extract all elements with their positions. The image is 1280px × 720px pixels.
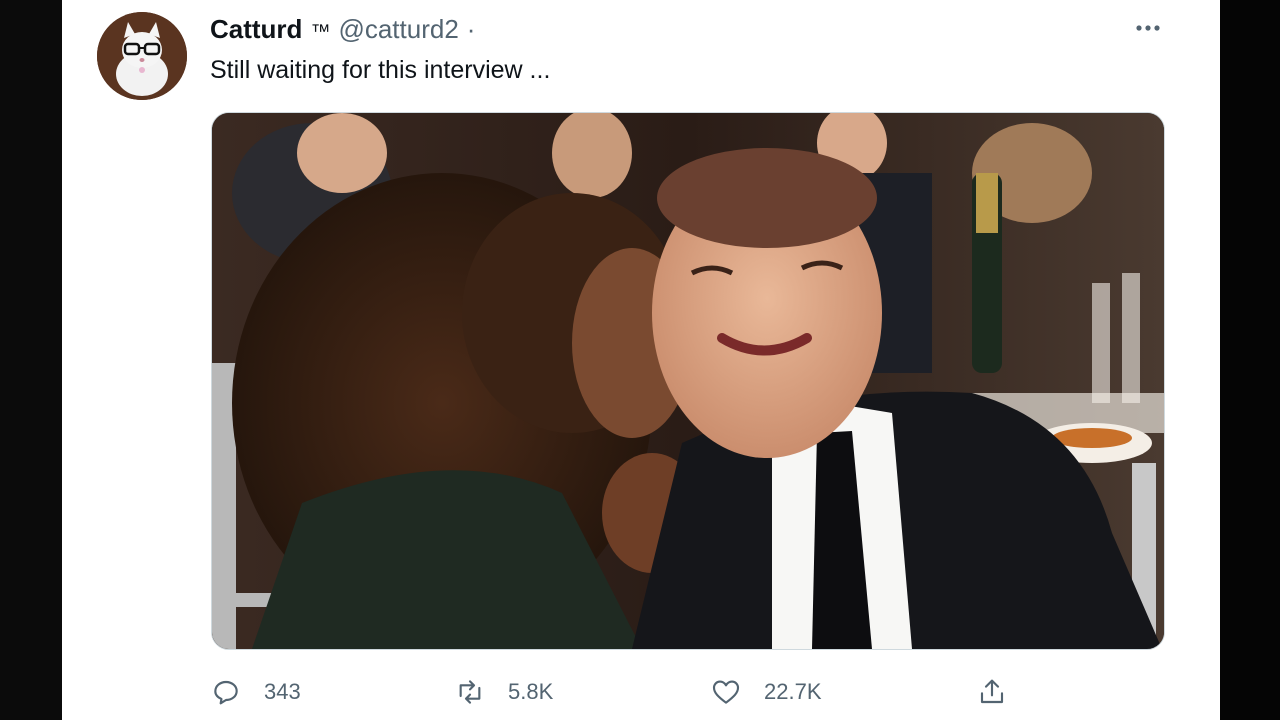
like-button[interactable]: 22.7K <box>710 672 822 712</box>
avatar[interactable] <box>97 12 187 100</box>
tweet-photo[interactable] <box>211 112 1165 650</box>
photo-image <box>212 113 1164 649</box>
tweet-header: Catturd ™ @catturd2 · <box>210 14 475 45</box>
tweet-action-bar: 343 5.8K 22.7K <box>210 672 1030 712</box>
user-handle[interactable]: @catturd2 <box>338 14 458 45</box>
cat-avatar-image <box>97 12 187 100</box>
reply-count: 343 <box>264 679 301 704</box>
share-icon <box>980 679 1004 704</box>
trademark-symbol: ™ <box>310 21 331 43</box>
left-backdrop <box>0 0 62 720</box>
separator-dot: · <box>466 14 476 44</box>
heart-icon <box>712 680 740 704</box>
reply-icon <box>214 680 238 705</box>
tweet-text: Still waiting for this interview ... <box>210 56 551 84</box>
display-name[interactable]: Catturd <box>210 14 302 45</box>
retweet-count: 5.8K <box>508 679 554 704</box>
retweet-button[interactable]: 5.8K <box>454 672 553 712</box>
more-options-button[interactable] <box>1130 10 1166 46</box>
retweet-icon <box>459 680 481 704</box>
right-backdrop <box>1220 0 1280 720</box>
more-horizontal-icon <box>1136 25 1160 31</box>
reply-button[interactable]: 343 <box>210 672 301 712</box>
share-button[interactable] <box>976 672 1008 712</box>
like-count: 22.7K <box>764 679 822 704</box>
